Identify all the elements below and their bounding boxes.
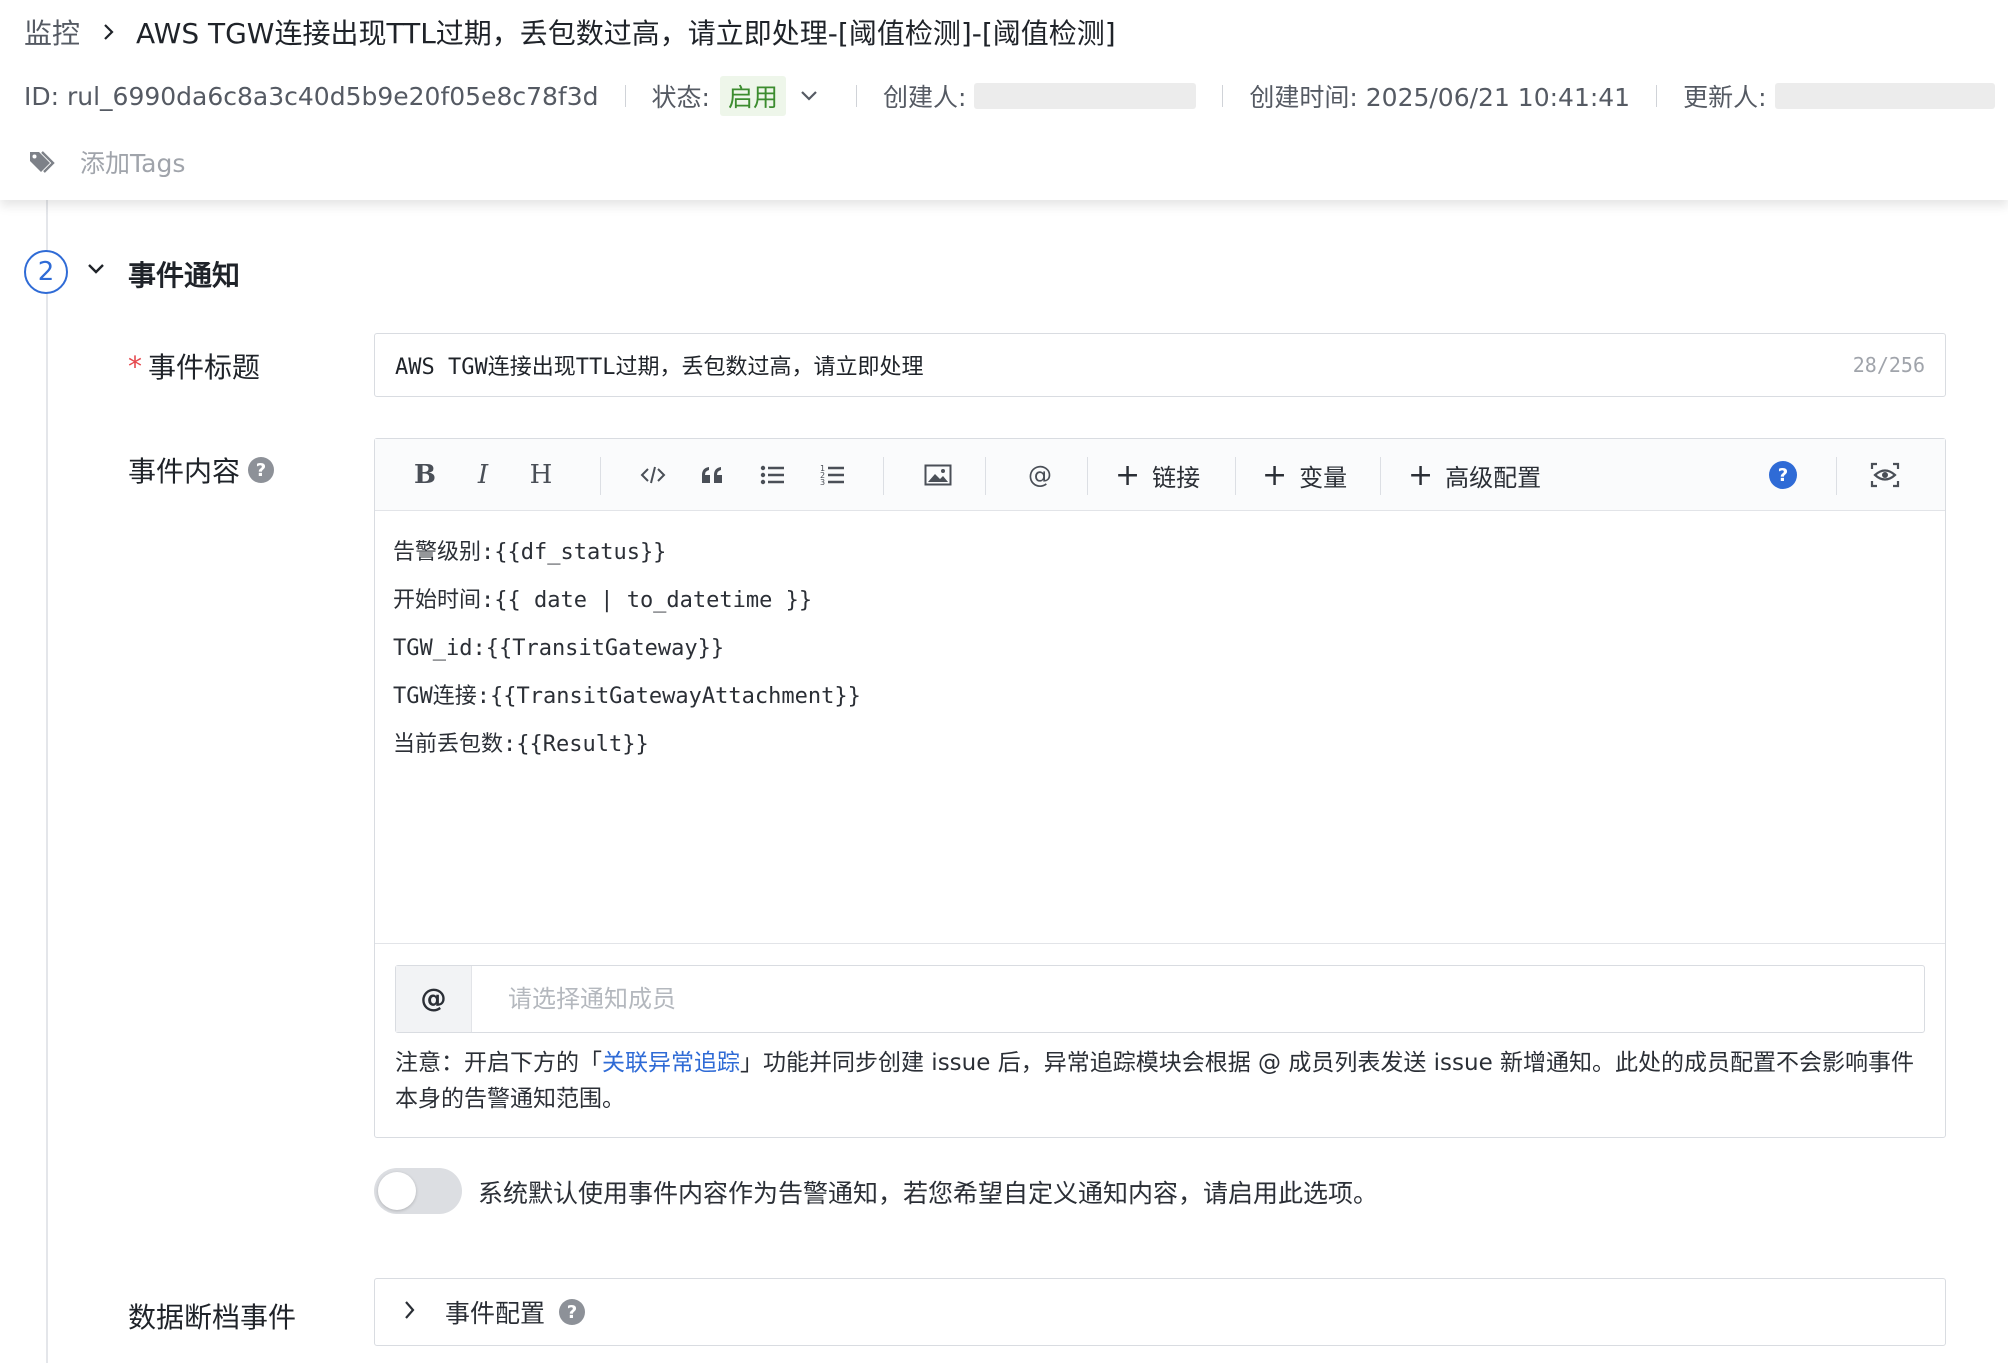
custom-notify-toggle[interactable] bbox=[374, 1168, 462, 1214]
advanced-config-label: 高级配置 bbox=[1445, 463, 1542, 492]
editor-content[interactable]: 告警级别:{{df_status}} 开始时间:{{ date | to_dat… bbox=[393, 529, 861, 769]
divider bbox=[855, 85, 857, 107]
plus-icon: + bbox=[1115, 457, 1141, 493]
notify-members-select[interactable]: @ bbox=[395, 965, 1925, 1033]
divider bbox=[375, 943, 1945, 944]
numbered-list-icon[interactable]: 123 bbox=[813, 453, 853, 497]
code-icon[interactable] bbox=[633, 453, 673, 497]
question-icon[interactable]: ? bbox=[248, 457, 275, 483]
quote-icon[interactable] bbox=[693, 453, 733, 497]
meta-bar: ID: rul_6990da6c8a3c40d5b9e20f05e8c78f3d… bbox=[24, 76, 1995, 116]
event-title-input[interactable] bbox=[395, 352, 1853, 378]
nodata-event-label-text: 数据断档事件 bbox=[128, 1301, 297, 1334]
plus-icon: + bbox=[1408, 457, 1434, 493]
advanced-config-button[interactable]: + 高级配置 bbox=[1408, 453, 1541, 497]
page-title: AWS TGW连接出现TTL过期，丢包数过高，请立即处理-[阈值检测]-[阈值检… bbox=[136, 17, 1116, 50]
content-line: 开始时间:{{ date | to_datetime }} bbox=[393, 588, 813, 613]
image-icon[interactable] bbox=[915, 453, 961, 497]
insert-link-button[interactable]: + 链接 bbox=[1115, 453, 1200, 497]
event-content-label: 事件内容 ? bbox=[128, 450, 275, 490]
bullet-list-icon[interactable] bbox=[753, 453, 793, 497]
status-label: 状态: bbox=[651, 83, 710, 112]
preview-icon[interactable] bbox=[1862, 453, 1908, 497]
content-line: 当前丢包数:{{Result}} bbox=[393, 732, 649, 757]
event-config-label: 事件配置 bbox=[445, 1299, 546, 1328]
insert-variable-label: 变量 bbox=[1299, 463, 1348, 492]
toolbar-divider bbox=[600, 457, 601, 495]
content-line: TGW连接:{{TransitGatewayAttachment}} bbox=[393, 684, 861, 709]
chevron-right-icon bbox=[102, 22, 116, 42]
mention-button[interactable]: @ bbox=[1017, 453, 1063, 497]
heading-button[interactable]: H bbox=[521, 453, 561, 497]
toolbar-divider bbox=[1087, 457, 1088, 495]
event-title-label-text: 事件标题 bbox=[148, 351, 261, 384]
nodata-event-label: 数据断档事件 bbox=[128, 1296, 296, 1336]
svg-text:3: 3 bbox=[820, 478, 825, 487]
plus-icon: + bbox=[1262, 457, 1288, 493]
tag-icon bbox=[28, 149, 58, 175]
chevron-down-icon[interactable] bbox=[86, 262, 106, 276]
insert-link-label: 链接 bbox=[1152, 463, 1201, 492]
toolbar-divider bbox=[1380, 457, 1381, 495]
insert-variable-button[interactable]: + 变量 bbox=[1262, 453, 1347, 497]
toolbar-divider bbox=[1836, 457, 1837, 495]
char-count: 28/256 bbox=[1852, 353, 1925, 377]
event-content-editor: B I H 123 @ + 链接 + 变量 + 高级配置 ? 告警级别:{{df… bbox=[374, 438, 1946, 1138]
editor-toolbar: B I H 123 @ + 链接 + 变量 + 高级配置 ? bbox=[375, 439, 1945, 511]
creator-label: 创建人: bbox=[882, 83, 967, 112]
required-mark: * bbox=[128, 349, 142, 383]
notice-text: 注意：开启下方的「关联异常追踪」功能并同步创建 issue 后，异常追踪模块会根… bbox=[395, 1050, 1915, 1112]
content-line: TGW_id:{{TransitGateway}} bbox=[393, 636, 725, 661]
created-time: 创建时间: 2025/06/21 10:41:41 bbox=[1249, 83, 1631, 112]
event-title-label: * 事件标题 bbox=[128, 346, 260, 386]
question-icon[interactable]: ? bbox=[559, 1299, 586, 1325]
event-content-label-text: 事件内容 bbox=[128, 455, 241, 488]
chevron-down-icon[interactable] bbox=[800, 90, 818, 102]
event-title-field[interactable]: 28/256 bbox=[374, 333, 1946, 397]
divider bbox=[1222, 85, 1224, 107]
italic-button[interactable]: I bbox=[463, 453, 503, 497]
custom-notify-label: 系统默认使用事件内容作为告警通知，若您希望自定义通知内容，请启用此选项。 bbox=[478, 1179, 1379, 1208]
updater-label: 更新人: bbox=[1683, 83, 1767, 112]
breadcrumb: 监控 AWS TGW连接出现TTL过期，丢包数过高，请立即处理-[阈值检测]-[… bbox=[24, 12, 1116, 52]
updater-redacted bbox=[1774, 83, 1995, 109]
step-line bbox=[46, 200, 48, 1363]
section-title: 事件通知 bbox=[128, 259, 241, 292]
divider bbox=[1656, 85, 1658, 107]
toggle-knob bbox=[378, 1172, 416, 1210]
creator-redacted bbox=[974, 83, 1197, 109]
at-icon: @ bbox=[396, 966, 472, 1032]
content-line: 告警级别:{{df_status}} bbox=[393, 540, 667, 565]
step-number: 2 bbox=[24, 250, 68, 294]
toolbar-divider bbox=[883, 457, 884, 495]
event-config-collapse[interactable]: 事件配置 ? bbox=[374, 1278, 1946, 1346]
page-header: 监控 AWS TGW连接出现TTL过期，丢包数过高，请立即处理-[阈值检测]-[… bbox=[0, 0, 2008, 200]
divider bbox=[624, 85, 626, 107]
add-tags-button[interactable]: 添加Tags bbox=[28, 142, 185, 182]
notify-members-input[interactable] bbox=[472, 966, 1924, 1032]
status-badge[interactable]: 启用 bbox=[719, 76, 786, 116]
bold-button[interactable]: B bbox=[405, 453, 445, 497]
add-tags-label: 添加Tags bbox=[80, 149, 186, 178]
help-icon[interactable]: ? bbox=[1763, 453, 1803, 497]
rule-id: ID: rul_6990da6c8a3c40d5b9e20f05e8c78f3d bbox=[24, 81, 599, 111]
breadcrumb-monitor[interactable]: 监控 bbox=[24, 12, 80, 52]
toolbar-divider bbox=[985, 457, 986, 495]
chevron-right-icon bbox=[403, 1299, 417, 1325]
toolbar-divider bbox=[1235, 457, 1236, 495]
issue-tracking-link[interactable]: 关联异常追踪 bbox=[602, 1050, 740, 1076]
